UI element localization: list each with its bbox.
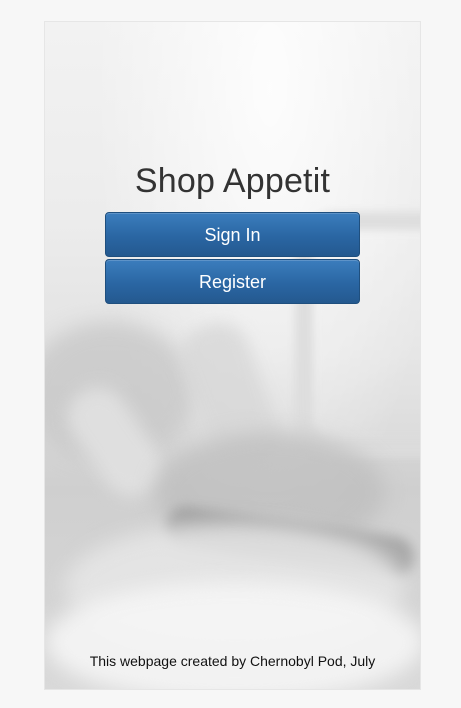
page-title: Shop Appetit	[134, 162, 331, 200]
landing-content: Shop Appetit Sign In Register This webpa…	[45, 22, 420, 689]
app-viewport: Shop Appetit Sign In Register This webpa…	[44, 21, 421, 690]
sign-in-button[interactable]: Sign In	[105, 212, 360, 257]
register-button[interactable]: Register	[105, 259, 360, 304]
footer-credit: This webpage created by Chernobyl Pod, J…	[89, 653, 376, 669]
